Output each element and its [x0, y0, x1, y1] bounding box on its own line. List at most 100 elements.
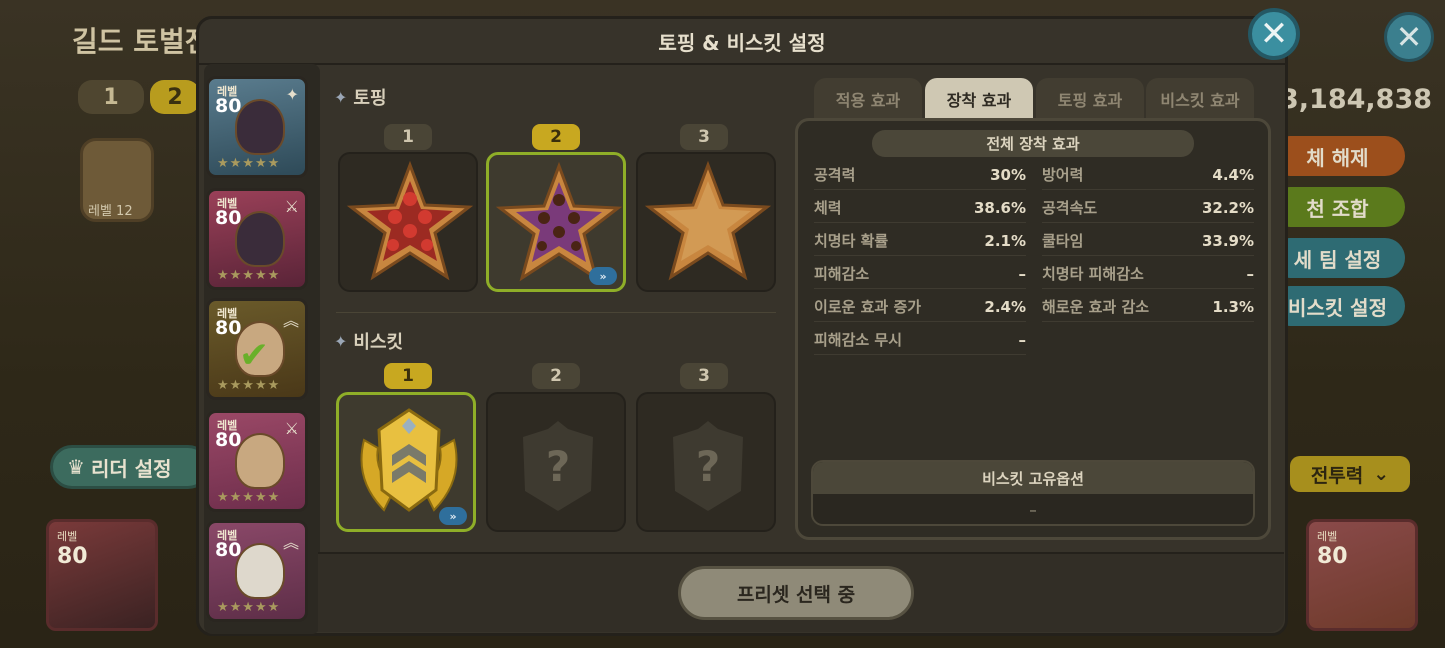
background-tab-2: 2 — [150, 80, 200, 114]
biscuit-slot-number-2: 2 — [532, 363, 580, 389]
cookie-portrait — [235, 99, 285, 155]
background-power-sort: 전투력 ⌄ — [1290, 456, 1410, 492]
biscuit-slot-number-3: 3 — [680, 363, 728, 389]
biscuit-label: 비스킷 — [353, 332, 404, 353]
background-power-label: 전투력 — [1310, 464, 1364, 487]
background-pet-level: 레벨 12 — [88, 204, 133, 219]
sword-icon: ⚔ — [284, 197, 299, 216]
modal-header: 토핑 & 비스킷 설정 — [199, 19, 1285, 65]
card-level-label: 레벨 — [57, 530, 78, 543]
double-arrow-icon: » — [439, 507, 467, 525]
background-cookie-card: 레벨 80 — [1306, 519, 1418, 631]
sparkle-icon: ✦ — [334, 87, 348, 107]
tab-applied-effect[interactable]: 적용 효과 — [814, 78, 922, 120]
locked-biscuit-icon: ? — [673, 421, 743, 511]
stat-label: 방어력 — [1042, 166, 1084, 184]
cookie-slot-4[interactable]: 레벨 80 ⚔ ★★★★★ — [206, 410, 308, 512]
sparkle-icon: ✦ — [334, 331, 348, 351]
biscuit-slot-2[interactable]: ? — [486, 392, 626, 532]
rank-icon: ︽ — [282, 533, 299, 552]
cookie-stars: ★★★★★ — [217, 156, 281, 171]
stat-row: 공격속도 32.2% — [1042, 193, 1254, 223]
biscuit-slot-3[interactable]: ? — [636, 392, 776, 532]
topping-slot-number-2: 2 — [532, 124, 580, 150]
raspberry-topping-icon — [346, 160, 474, 281]
stat-value: 38.6% — [973, 198, 1026, 217]
background-close-icon: ✕ — [1384, 12, 1434, 62]
stat-value: 30% — [990, 165, 1026, 184]
cookie-slot-3[interactable]: 레벨 80 ︽ ✔ ★★★★★ — [206, 298, 308, 400]
stat-label: 쿨타임 — [1042, 232, 1084, 250]
close-icon[interactable]: ✕ — [1248, 8, 1300, 60]
stat-row: 이로운 효과 증가 2.4% — [814, 292, 1026, 322]
modal-title: 토핑 & 비스킷 설정 — [658, 30, 826, 55]
cookie-slot-5[interactable]: 레벨 80 ︽ ★★★★★ — [206, 520, 308, 622]
stat-label: 해로운 효과 감소 — [1042, 298, 1150, 316]
locked-biscuit-icon: ? — [523, 421, 593, 511]
cookie-portrait — [235, 211, 285, 267]
background-button-3: 세 팀 설정 — [1270, 238, 1405, 278]
rank-icon: ︽ — [282, 311, 299, 330]
crown-icon: ♛ — [67, 455, 85, 479]
preset-select-button[interactable]: 프리셋 선택 중 — [678, 566, 914, 620]
biscuit-section-label: ✦ 비스킷 — [334, 328, 403, 354]
background-button-2: 천 조합 — [1270, 187, 1405, 227]
topping-slot-number-1: 1 — [384, 124, 432, 150]
caramel-topping-icon — [644, 160, 772, 281]
card-level: 80 — [57, 544, 88, 569]
unique-option-value: – — [1029, 501, 1037, 519]
stat-value: – — [1018, 264, 1027, 283]
stat-value: 32.2% — [1201, 198, 1254, 217]
wand-icon: ✦ — [285, 85, 299, 104]
biscuit-slot-number-1: 1 — [384, 363, 432, 389]
card-level-label: 레벨 — [1317, 530, 1338, 543]
background-title: 길드 토벌전 — [72, 25, 211, 58]
cookie-stars: ★★★★★ — [217, 600, 281, 615]
background-tab-1: 1 — [78, 80, 144, 114]
stat-value: – — [1018, 330, 1027, 349]
background-cookie-card: 레벨 80 — [46, 519, 158, 631]
stat-row: 공격력 30% — [814, 160, 1026, 190]
tab-equip-effect[interactable]: 장착 효과 — [925, 78, 1033, 120]
background-leader-label: 리더 설정 — [90, 456, 172, 481]
biscuit-slot-1[interactable]: » — [336, 392, 476, 532]
biscuit-unique-option: 비스킷 고유옵션 – — [811, 460, 1255, 526]
stats-header: 전체 장착 효과 — [872, 130, 1194, 157]
stat-row: 치명타 피해감소 – — [1042, 259, 1254, 289]
tab-topping-effect[interactable]: 토핑 효과 — [1036, 78, 1144, 120]
section-divider — [336, 312, 776, 313]
cookie-slot-2[interactable]: 레벨 80 ⚔ ★★★★★ — [206, 188, 308, 290]
background-button-4: 비스킷 설정 — [1270, 286, 1405, 326]
stat-label: 공격력 — [814, 166, 856, 184]
stat-label: 이로운 효과 증가 — [814, 298, 922, 316]
stat-row: 피해감소 – — [814, 259, 1026, 289]
checkmark-icon: ✔ — [239, 335, 270, 376]
stat-row: 피해감소 무시 – — [814, 325, 1026, 355]
topping-slot-1[interactable] — [338, 152, 478, 292]
stat-label: 체력 — [814, 199, 842, 217]
tab-biscuit-effect[interactable]: 비스킷 효과 — [1146, 78, 1254, 120]
stat-label: 치명타 확률 — [814, 232, 889, 250]
background-leader-button: ♛ 리더 설정 — [50, 445, 210, 489]
cookie-stars: ★★★★★ — [217, 268, 281, 283]
unique-option-title: 비스킷 고유옵션 — [813, 462, 1253, 494]
topping-slot-number-3: 3 — [680, 124, 728, 150]
stat-value: – — [1246, 264, 1255, 283]
stat-row: 해로운 효과 감소 1.3% — [1042, 292, 1254, 322]
background-gold-amount: 3,184,838 — [1280, 84, 1433, 115]
background-button-1: 체 해제 — [1270, 136, 1405, 176]
double-arrow-icon: » — [589, 267, 617, 285]
stat-label: 치명타 피해감소 — [1042, 265, 1144, 283]
cookie-slot-1[interactable]: 레벨 80 ✦ ★★★★★ — [206, 76, 308, 178]
stat-value: 2.1% — [984, 231, 1026, 250]
card-level: 80 — [1317, 544, 1348, 569]
cookie-stars: ★★★★★ — [217, 378, 281, 393]
topping-slot-2[interactable]: » — [486, 152, 626, 292]
topping-slot-3[interactable] — [636, 152, 776, 292]
stat-value: 4.4% — [1212, 165, 1254, 184]
stat-label: 공격속도 — [1042, 199, 1098, 217]
stat-row: 방어력 4.4% — [1042, 160, 1254, 190]
chevron-down-icon: ⌄ — [1373, 463, 1390, 485]
question-mark: ? — [546, 442, 570, 491]
topping-section-label: ✦ 토핑 — [334, 84, 387, 110]
